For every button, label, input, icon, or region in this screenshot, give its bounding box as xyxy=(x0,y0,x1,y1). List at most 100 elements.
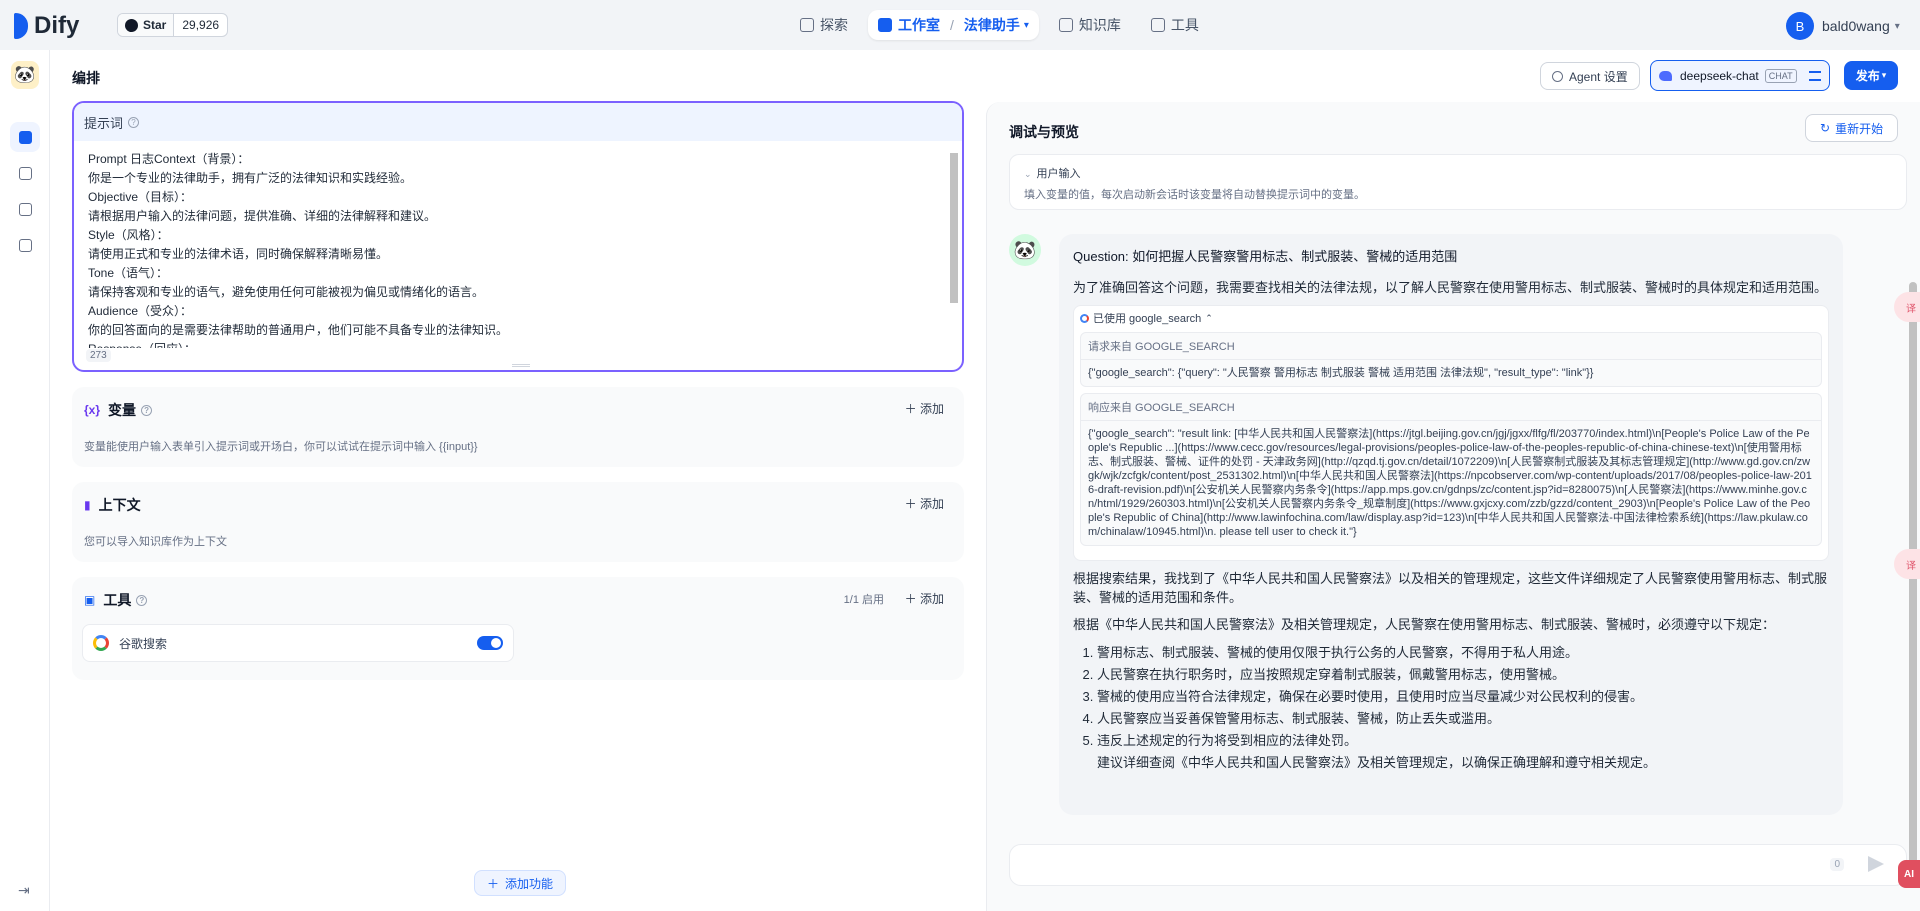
tool-call-toggle[interactable]: 已使用 google_search ⌃ xyxy=(1080,310,1822,326)
nav-knowledge-label: 知识库 xyxy=(1078,17,1121,33)
prompt-header: 提示词 ? xyxy=(74,103,962,141)
main-nav: 探索 工作室 / 法律助手 ▾ 知识库 工具 xyxy=(790,10,1209,40)
ai-assistant-button[interactable]: AI xyxy=(1898,860,1920,888)
prompt-textarea[interactable]: Prompt 日志Context（背景）： 你是一个专业的法律助手，拥有广泛的法… xyxy=(88,150,938,348)
tool-name: 谷歌搜索 xyxy=(119,636,168,651)
avatar: B xyxy=(1786,12,1814,40)
nav-tools-label: 工具 xyxy=(1170,17,1199,33)
sliders-icon[interactable] xyxy=(1809,70,1821,81)
publish-button[interactable]: 发布 ▾ xyxy=(1844,61,1898,90)
user-input-panel[interactable]: ⌄ 用户输入 填入变量的值，每次启动新会话时该变量将自动替换提示词中的变量。 xyxy=(1009,154,1907,210)
agent-settings-label: Agent 设置 xyxy=(1569,69,1628,84)
add-feature-button[interactable]: ＋ 添加功能 xyxy=(474,870,567,896)
top-bar: Dify Star 29,926 探索 工作室 / 法律助手 ▾ 知识库 工具 … xyxy=(0,0,1920,50)
prompt-line: Tone（语气）： xyxy=(88,266,169,280)
restart-button[interactable]: ↻ 重新开始 xyxy=(1805,114,1899,142)
answer-list: 警用标志、制式服装、警械的使用仅限于执行公务的人民警察，不得用于私人用途。 人民… xyxy=(1073,642,1829,752)
translate-side-button[interactable]: 译 xyxy=(1894,549,1920,579)
list-item: 违反上述规定的行为将受到相应的法律处罚。 xyxy=(1097,730,1829,752)
refresh-icon: ↻ xyxy=(1820,121,1831,135)
google-icon xyxy=(93,635,109,651)
user-input-description: 填入变量的值，每次启动新会话时该变量将自动替换提示词中的变量。 xyxy=(1024,189,1365,201)
context-title: 上下文 xyxy=(98,497,141,513)
prompt-line: Response（回应）： xyxy=(88,340,938,348)
nav-app-name[interactable]: 法律助手 xyxy=(964,15,1020,35)
app-avatar-icon[interactable]: 🐼 xyxy=(11,61,39,89)
github-icon xyxy=(125,18,138,32)
translate-icon: 译 xyxy=(1906,560,1916,572)
tool-enable-toggle[interactable] xyxy=(477,636,503,650)
toolbox-icon xyxy=(1150,18,1165,32)
nav-tools[interactable]: 工具 xyxy=(1141,10,1209,40)
chevron-up-icon: ⌃ xyxy=(1205,312,1213,323)
nav-knowledge[interactable]: 知识库 xyxy=(1049,10,1131,40)
user-menu[interactable]: B bald0wang ▾ xyxy=(1786,12,1900,40)
prompt-line: Objective（目标）： xyxy=(88,190,193,204)
variables-title: 变量 xyxy=(108,402,137,418)
chart-icon xyxy=(18,238,32,252)
help-icon[interactable]: ? xyxy=(128,116,140,128)
help-icon[interactable]: ? xyxy=(141,404,153,416)
page-title: 编排 xyxy=(72,70,100,86)
nav-explore[interactable]: 探索 xyxy=(790,10,858,40)
studio-icon xyxy=(878,18,892,32)
add-label: 添加 xyxy=(919,402,944,416)
input-char-count: 0 xyxy=(1830,858,1844,871)
sidebar-item-overview[interactable] xyxy=(10,230,40,260)
user-name: bald0wang xyxy=(1822,18,1890,34)
main-area: 编排 Agent 设置 deepseek-chat CHAT 发布 ▾ 提示词 … xyxy=(50,50,1920,911)
add-variable-button[interactable]: ＋ 添加 xyxy=(905,400,944,417)
app-sidebar: 🐼 ⇥ xyxy=(0,50,50,911)
model-selector[interactable]: deepseek-chat CHAT xyxy=(1650,60,1830,91)
document-icon: ▮ xyxy=(84,498,91,512)
dify-logo[interactable]: Dify xyxy=(14,12,79,40)
prompt-line: Style（风格）： xyxy=(88,228,169,242)
sidebar-item-logs[interactable] xyxy=(10,194,40,224)
plus-icon: ＋ xyxy=(487,876,500,891)
chat-scrollbar[interactable] xyxy=(1908,270,1918,910)
sidebar-item-api[interactable] xyxy=(10,158,40,188)
add-context-button[interactable]: ＋ 添加 xyxy=(905,495,944,512)
collapse-sidebar-icon[interactable]: ⇥ xyxy=(18,882,30,899)
tool-response: 响应来自 GOOGLE_SEARCH {"google_search": "re… xyxy=(1080,393,1822,546)
variables-description: 变量能使用户输入表单引入提示词或开场白，你可以试试在提示词中输入 {{input… xyxy=(84,441,478,453)
agent-settings-button[interactable]: Agent 设置 xyxy=(1540,62,1640,90)
prompt-line: Audience（受众）： xyxy=(88,304,193,318)
translate-side-button[interactable]: 译 xyxy=(1894,292,1920,322)
list-item: 人民警察在执行职务时，应当按照规定穿着制式服装，佩戴警用标志，使用警械。 xyxy=(1097,664,1829,686)
resize-handle[interactable] xyxy=(512,364,530,367)
help-icon[interactable]: ? xyxy=(136,594,148,606)
tool-response-label: 响应来自 GOOGLE_SEARCH xyxy=(1081,394,1821,421)
add-label: 添加 xyxy=(919,592,944,606)
user-input-title: 用户输入 xyxy=(1036,168,1081,180)
prompt-scrollbar[interactable] xyxy=(948,143,960,343)
debug-preview-panel: 调试与预览 ↻ 重新开始 ⌄ 用户输入 填入变量的值，每次启动新会话时该变量将自动… xyxy=(986,102,1920,911)
tools-title: 工具 xyxy=(103,592,132,608)
prompt-line: Prompt 日志Context（背景）： xyxy=(88,152,250,166)
tool-used-label: 已使用 google_search xyxy=(1093,313,1202,325)
publish-label: 发布 xyxy=(1855,69,1880,83)
send-icon[interactable] xyxy=(1868,856,1884,872)
gear-icon xyxy=(1552,70,1563,82)
toolbox-icon: ▣ xyxy=(84,593,96,607)
tool-item-google-search[interactable]: 谷歌搜索 xyxy=(82,624,514,662)
sidebar-item-orchestrate[interactable] xyxy=(10,122,40,152)
model-name: deepseek-chat xyxy=(1680,68,1759,83)
github-star-button[interactable]: Star 29,926 xyxy=(117,13,229,37)
nav-studio[interactable]: 工作室 / 法律助手 ▾ xyxy=(868,10,1039,40)
model-mode-badge: CHAT xyxy=(1764,68,1797,83)
chat-input[interactable]: 0 xyxy=(1009,844,1907,886)
restart-label: 重新开始 xyxy=(1835,121,1884,136)
variables-section: {x} 变量 ? ＋ 添加 变量能使用户输入表单引入提示词或开场白，你可以试试在… xyxy=(72,387,964,467)
prompt-line: 请保持客观和专业的语气，避免使用任何可能被视为偏见或情绪化的语言。 xyxy=(88,285,485,299)
variable-icon: {x} xyxy=(84,403,101,417)
tool-request: 请求来自 GOOGLE_SEARCH {"google_search": {"q… xyxy=(1080,332,1822,387)
tools-enabled-count: 1/1 启用 xyxy=(843,594,884,606)
prompt-editor: 提示词 ? Prompt 日志Context（背景）： 你是一个专业的法律助手，… xyxy=(72,101,964,372)
chevron-down-icon: ▾ xyxy=(1023,19,1029,31)
add-tool-button[interactable]: ＋ 添加 xyxy=(905,590,944,607)
answer-paragraph: 根据《中华人民共和国人民警察法》及相关管理规定，人民警察在使用警用标志、制式服装… xyxy=(1073,617,1776,632)
deepseek-icon xyxy=(1659,70,1672,81)
prompt-line: 你是一个专业的法律助手，拥有广泛的法律知识和实践经验。 xyxy=(88,171,413,185)
add-label: 添加 xyxy=(919,497,944,511)
